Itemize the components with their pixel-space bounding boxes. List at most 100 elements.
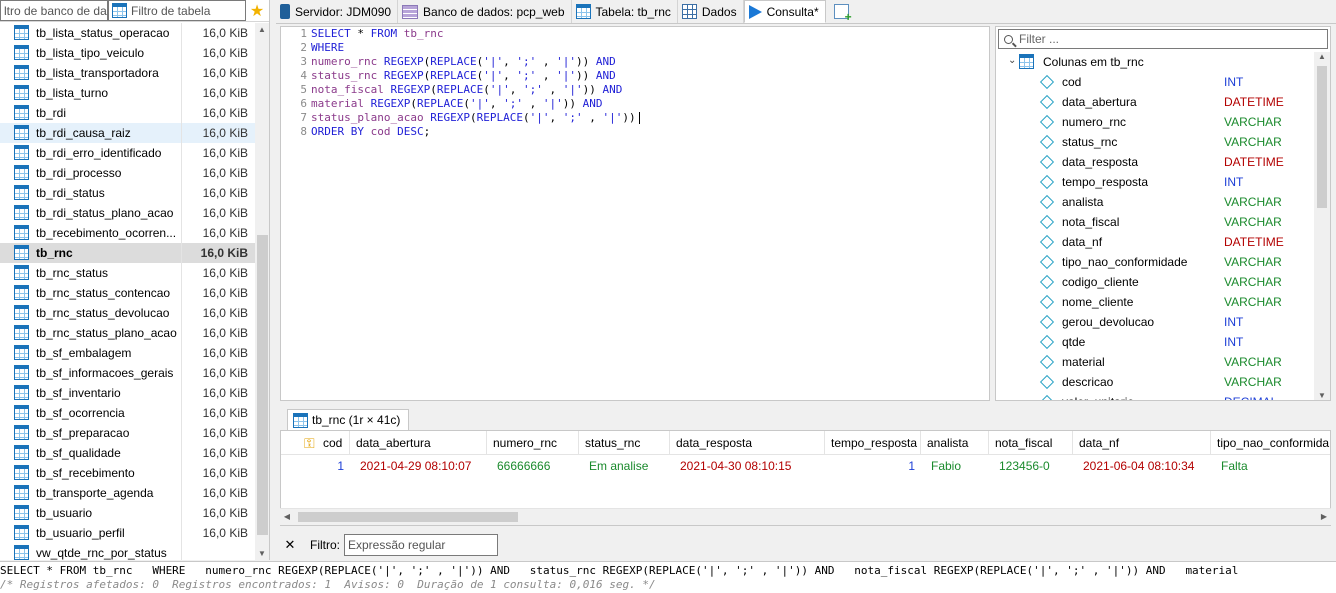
column-item[interactable]: data_abertura DATETIME <box>996 92 1314 112</box>
column-item[interactable]: material VARCHAR <box>996 352 1314 372</box>
table-cell[interactable]: Falta <box>1211 455 1330 477</box>
column-divider <box>181 163 182 183</box>
table-list-item[interactable]: tb_sf_qualidade 16,0 KiB <box>0 443 255 463</box>
column-item[interactable]: nota_fiscal VARCHAR <box>996 212 1314 232</box>
table-list-item[interactable]: tb_lista_transportadora 16,0 KiB <box>0 63 255 83</box>
column-item[interactable]: gerou_devolucao INT <box>996 312 1314 332</box>
table-cell[interactable]: 2021-04-30 08:10:15 <box>670 455 825 477</box>
columns-filter-input[interactable]: Filter ... <box>998 29 1328 49</box>
table-list-item[interactable]: tb_rdi_status 16,0 KiB <box>0 183 255 203</box>
columns-scrollbar[interactable]: ▲ ▼ <box>1314 52 1330 400</box>
table-list-item[interactable]: tb_usuario 16,0 KiB <box>0 503 255 523</box>
tab-query[interactable]: Consulta* <box>743 0 826 23</box>
table-list-item[interactable]: tb_rnc_status_devolucao 16,0 KiB <box>0 303 255 323</box>
tab-database[interactable]: Banco de dados: pcp_web <box>398 0 572 23</box>
scroll-up-icon[interactable]: ▲ <box>255 25 269 34</box>
table-cell[interactable]: Em analise <box>579 455 670 477</box>
table-list-item[interactable]: tb_sf_embalagem 16,0 KiB <box>0 343 255 363</box>
table-cell[interactable]: 1 <box>281 455 350 477</box>
scroll-down-icon[interactable]: ▼ <box>1315 391 1329 400</box>
table-list-item[interactable]: tb_usuario_perfil 16,0 KiB <box>0 523 255 543</box>
scrollbar-thumb[interactable] <box>1317 66 1327 208</box>
new-query-tab-icon[interactable] <box>833 4 852 24</box>
scrollbar-thumb[interactable] <box>298 512 518 522</box>
table-list-item[interactable]: tb_transporte_agenda 16,0 KiB <box>0 483 255 503</box>
scroll-up-icon[interactable]: ▲ <box>1315 52 1329 61</box>
column-item[interactable]: data_nf DATETIME <box>996 232 1314 252</box>
result-grid-hscrollbar[interactable]: ◀ ▶ <box>280 508 1331 525</box>
table-icon <box>14 485 29 500</box>
table-list-item[interactable]: tb_lista_status_operacao 16,0 KiB <box>0 23 255 43</box>
table-list-item[interactable]: tb_sf_ocorrencia 16,0 KiB <box>0 403 255 423</box>
table-list-item[interactable]: tb_rdi 16,0 KiB <box>0 103 255 123</box>
table-list-item[interactable]: tb_rnc_status_plano_acao 16,0 KiB <box>0 323 255 343</box>
column-header[interactable]: nota_fiscal <box>989 431 1073 455</box>
column-header[interactable]: status_rnc <box>579 431 670 455</box>
column-item[interactable]: tipo_nao_conformidade VARCHAR <box>996 252 1314 272</box>
table-list-item[interactable]: tb_sf_preparacao 16,0 KiB <box>0 423 255 443</box>
column-header[interactable]: analista <box>921 431 989 455</box>
table-cell[interactable]: 123456-0 <box>989 455 1073 477</box>
table-size: 16,0 KiB <box>202 486 248 500</box>
table-list-item[interactable]: tb_rnc 16,0 KiB <box>0 243 255 263</box>
database-filter-input[interactable]: ltro de banco de dad <box>0 0 108 21</box>
columns-root-node[interactable]: ⌄ Colunas em tb_rnc <box>996 52 1314 72</box>
tab-server[interactable]: Servidor: JDM090 <box>276 0 399 23</box>
column-item[interactable]: numero_rnc VARCHAR <box>996 112 1314 132</box>
table-cell[interactable]: 1 <box>825 455 921 477</box>
scrollbar-thumb[interactable] <box>257 235 268 535</box>
column-header[interactable]: numero_rnc <box>487 431 579 455</box>
table-list-item[interactable]: tb_rnc_status_contencao 16,0 KiB <box>0 283 255 303</box>
sql-editor[interactable]: 1 SELECT * FROM tb_rnc 2 WHERE 3 numero_rnc… <box>280 26 990 401</box>
column-diamond-icon <box>1039 354 1055 370</box>
table-list-item[interactable]: tb_rdi_erro_identificado 16,0 KiB <box>0 143 255 163</box>
table-cell[interactable]: 66666666 <box>487 455 579 477</box>
table-list-item[interactable]: tb_lista_tipo_veiculo 16,0 KiB <box>0 43 255 63</box>
favorites-star-icon[interactable]: ★ <box>246 1 268 21</box>
table-list-item[interactable]: tb_sf_inventario 16,0 KiB <box>0 383 255 403</box>
table-list-item[interactable]: tb_rdi_processo 16,0 KiB <box>0 163 255 183</box>
column-header-label: data_abertura <box>356 436 431 450</box>
table-list-item[interactable]: tb_sf_informacoes_gerais 16,0 KiB <box>0 363 255 383</box>
column-header[interactable]: data_abertura <box>350 431 487 455</box>
chevron-down-icon[interactable]: ⌄ <box>1008 55 1016 66</box>
table-list-item[interactable]: vw_qtde_rnc_por_status <box>0 543 255 560</box>
column-item[interactable]: valor_unitario DECIMAL <box>996 392 1314 400</box>
scroll-left-icon[interactable]: ◀ <box>280 512 294 521</box>
tab-data[interactable]: Dados <box>678 0 744 23</box>
column-header[interactable]: tipo_nao_conformida <box>1211 431 1330 455</box>
table-filter-input[interactable]: Filtro de tabela <box>108 0 246 21</box>
column-header[interactable]: data_resposta <box>670 431 825 455</box>
scroll-right-icon[interactable]: ▶ <box>1317 512 1331 521</box>
column-header[interactable]: ⚿ cod <box>281 431 350 455</box>
column-item[interactable]: analista VARCHAR <box>996 192 1314 212</box>
table-cell[interactable]: 2021-06-04 08:10:34 <box>1073 455 1211 477</box>
table-list-item[interactable]: tb_lista_turno 16,0 KiB <box>0 83 255 103</box>
column-name: data_nf <box>1062 235 1103 249</box>
table-list-item[interactable]: tb_rnc_status 16,0 KiB <box>0 263 255 283</box>
regex-filter-input[interactable]: Expressão regular <box>344 534 498 556</box>
column-item[interactable]: data_resposta DATETIME <box>996 152 1314 172</box>
column-item[interactable]: qtde INT <box>996 332 1314 352</box>
column-item[interactable]: cod INT <box>996 72 1314 92</box>
table-row[interactable]: 1 2021-04-29 08:10:07 66666666 Em analise 20… <box>281 455 1330 477</box>
column-item[interactable]: descricao VARCHAR <box>996 372 1314 392</box>
table-list-item[interactable]: tb_rdi_causa_raiz 16,0 KiB <box>0 123 255 143</box>
close-icon[interactable]: ✕ <box>280 537 300 553</box>
column-item[interactable]: codigo_cliente VARCHAR <box>996 272 1314 292</box>
scroll-down-icon[interactable]: ▼ <box>255 549 269 558</box>
main-tabs: Servidor: JDM090 Banco de dados: pcp_web… <box>276 0 1336 24</box>
table-list-item[interactable]: tb_rdi_status_plano_acao 16,0 KiB <box>0 203 255 223</box>
result-tab[interactable]: tb_rnc (1r × 41c) <box>287 409 410 430</box>
table-list-item[interactable]: tb_recebimento_ocorren... 16,0 KiB <box>0 223 255 243</box>
table-cell[interactable]: 2021-04-29 08:10:07 <box>350 455 487 477</box>
table-list-scrollbar[interactable]: ▲ ▼ <box>255 23 269 560</box>
tab-table[interactable]: Tabela: tb_rnc <box>572 0 678 23</box>
table-cell[interactable]: Fabio <box>921 455 989 477</box>
column-header[interactable]: data_nf <box>1073 431 1211 455</box>
table-list-item[interactable]: tb_sf_recebimento 16,0 KiB <box>0 463 255 483</box>
column-item[interactable]: status_rnc VARCHAR <box>996 132 1314 152</box>
column-item[interactable]: tempo_resposta INT <box>996 172 1314 192</box>
column-item[interactable]: nome_cliente VARCHAR <box>996 292 1314 312</box>
column-header[interactable]: tempo_resposta <box>825 431 921 455</box>
